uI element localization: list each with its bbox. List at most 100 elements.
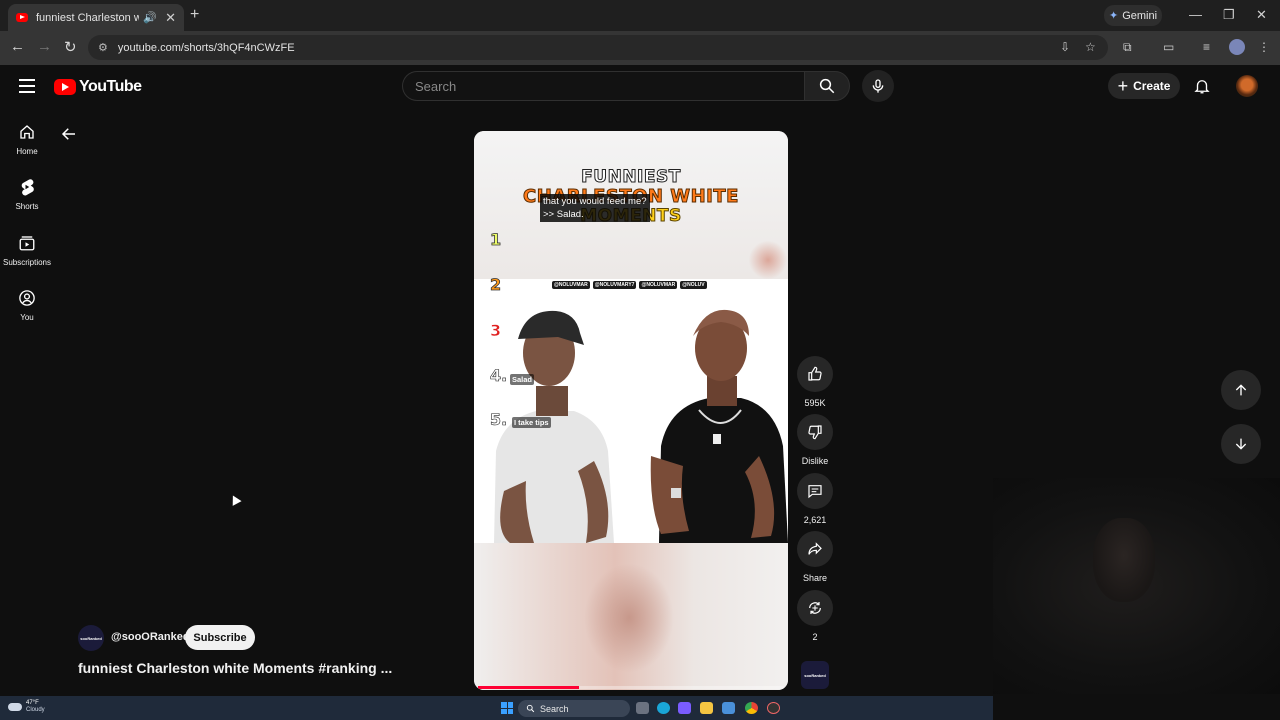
- speaker-icon[interactable]: 🔊: [143, 11, 157, 24]
- handle-tag: @NOLUVMARY7: [592, 281, 637, 289]
- channel-thumbnail-text: sooRanked: [804, 672, 826, 678]
- hamburger-menu-icon[interactable]: [19, 79, 35, 93]
- search-icon: [526, 704, 535, 713]
- previous-short-button[interactable]: [1221, 370, 1261, 410]
- person-right-figure: [650, 309, 788, 543]
- site-info-icon[interactable]: ⚙: [98, 41, 108, 54]
- address-bar[interactable]: ⚙ youtube.com/shorts/3hQF4nCWzFE: [88, 35, 1108, 60]
- thumbs-down-icon: [808, 425, 822, 440]
- mouse-cursor-icon: [228, 493, 242, 506]
- edge-icon[interactable]: [657, 702, 670, 714]
- like-count: 595K: [804, 398, 826, 408]
- youtube-favicon-icon: [16, 13, 28, 22]
- notifications-bell-icon[interactable]: [1193, 77, 1211, 100]
- like-button[interactable]: 595K: [796, 356, 834, 408]
- webcam-overlay: [993, 478, 1280, 694]
- share-icon: [808, 542, 822, 555]
- video-progress-bar[interactable]: [478, 686, 784, 689]
- install-app-icon[interactable]: ⇩: [1060, 40, 1070, 54]
- tab-close-icon[interactable]: ✕: [165, 10, 176, 26]
- windows-start-icon[interactable]: [501, 702, 513, 714]
- handle-tag: @NOLUV: [680, 281, 707, 289]
- task-view-icon[interactable]: [636, 702, 649, 714]
- cast-icon[interactable]: ▭: [1163, 40, 1174, 54]
- forward-icon[interactable]: →: [37, 38, 52, 55]
- subscribe-button[interactable]: Subscribe: [185, 625, 255, 650]
- search-input[interactable]: [415, 78, 785, 94]
- sidebar-item-subscriptions[interactable]: Subscriptions: [0, 234, 54, 267]
- rank-number: 1: [490, 230, 502, 250]
- gemini-sparkle-icon: ✦: [1108, 10, 1119, 22]
- closed-caption: that you would feed me? >> Salad.: [540, 194, 650, 222]
- arrow-down-icon: [1235, 438, 1247, 450]
- chrome-profile-avatar[interactable]: [1229, 39, 1245, 55]
- share-button[interactable]: Share: [796, 531, 834, 583]
- you-icon: [19, 290, 35, 306]
- chrome-icon[interactable]: [745, 702, 758, 714]
- search-button[interactable]: [804, 71, 850, 101]
- progress-fill: [478, 686, 579, 689]
- search-box[interactable]: [402, 71, 804, 101]
- gemini-label: Gemini: [1122, 9, 1158, 22]
- comments-button[interactable]: 2,621: [796, 473, 834, 525]
- social-handles: @NOLUVMAR @NOLUVMARY7 @NOLUVMAR @NOLUV: [552, 281, 707, 289]
- thumbs-up-icon: [808, 366, 822, 381]
- weather-widget[interactable]: 47°F Cloudy: [8, 700, 45, 714]
- new-tab-icon[interactable]: +: [190, 6, 199, 24]
- video-title[interactable]: funniest Charleston white Moments #ranki…: [78, 660, 392, 676]
- window-close-icon[interactable]: ✕: [1256, 7, 1267, 23]
- plus-icon: +: [1117, 76, 1129, 96]
- dislike-label: Dislike: [801, 456, 829, 466]
- sidebar-item-you[interactable]: You: [0, 289, 54, 322]
- youtube-play-icon: [54, 79, 76, 95]
- sidebar-item-shorts[interactable]: Shorts: [0, 178, 54, 211]
- store-icon[interactable]: [722, 702, 735, 714]
- remix-button[interactable]: 2: [796, 590, 834, 642]
- back-arrow-icon[interactable]: [60, 125, 78, 148]
- rank-number: 2: [490, 275, 502, 295]
- sidebar-item-label: Shorts: [15, 202, 39, 211]
- handle-tag: @NOLUVMAR: [639, 281, 678, 289]
- remix-count: 2: [812, 632, 818, 642]
- media-controls-icon[interactable]: ≡: [1203, 40, 1210, 54]
- extensions-icon[interactable]: ⧉: [1123, 40, 1132, 55]
- rank-label: I take tips: [512, 417, 551, 428]
- app-icon[interactable]: [767, 702, 780, 714]
- microphone-icon: [872, 79, 884, 93]
- back-icon[interactable]: ←: [10, 38, 25, 55]
- copilot-icon[interactable]: [678, 702, 691, 714]
- gemini-button[interactable]: ✦ Gemini: [1104, 5, 1162, 26]
- rank-number: 5.: [490, 410, 508, 430]
- channel-avatar-text: sooRanked: [80, 635, 102, 641]
- minimize-icon[interactable]: —: [1189, 7, 1202, 22]
- bookmark-star-icon[interactable]: ☆: [1085, 40, 1096, 54]
- youtube-logo[interactable]: YouTube: [54, 78, 142, 96]
- reload-icon[interactable]: ↻: [64, 38, 77, 56]
- arrow-up-icon: [1235, 384, 1247, 396]
- voice-search-button[interactable]: [862, 70, 894, 102]
- comment-icon: [808, 485, 822, 499]
- create-button[interactable]: + Create: [1108, 73, 1180, 99]
- home-icon: [20, 125, 34, 139]
- create-label: Create: [1133, 79, 1171, 93]
- taskbar-search[interactable]: Search: [518, 700, 630, 717]
- remix-icon: [809, 602, 821, 614]
- rank-number: 3: [490, 321, 502, 341]
- chrome-menu-icon[interactable]: ⋮: [1258, 40, 1270, 54]
- dislike-button[interactable]: Dislike: [796, 414, 834, 466]
- channel-thumbnail[interactable]: sooRanked: [801, 661, 829, 689]
- sidebar-item-home[interactable]: Home: [0, 123, 54, 156]
- search-icon: [819, 78, 835, 94]
- restore-icon[interactable]: ❐: [1223, 7, 1235, 23]
- cloud-icon: [8, 703, 22, 711]
- channel-avatar[interactable]: sooRanked: [78, 625, 104, 651]
- tab-title: funniest Charleston white M: [36, 11, 140, 24]
- account-avatar[interactable]: [1236, 75, 1258, 97]
- next-short-button[interactable]: [1221, 424, 1261, 464]
- sidebar-item-label: Home: [16, 147, 38, 156]
- file-explorer-icon[interactable]: [700, 702, 713, 714]
- channel-handle[interactable]: @sooORanked: [111, 631, 190, 643]
- windows-taskbar: [0, 696, 993, 720]
- browser-tab[interactable]: funniest Charleston white M 🔊 ✕: [8, 4, 184, 31]
- shorts-video-player[interactable]: FUNNIEST CHARLESTON WHITE MOMENTS that y…: [474, 131, 788, 690]
